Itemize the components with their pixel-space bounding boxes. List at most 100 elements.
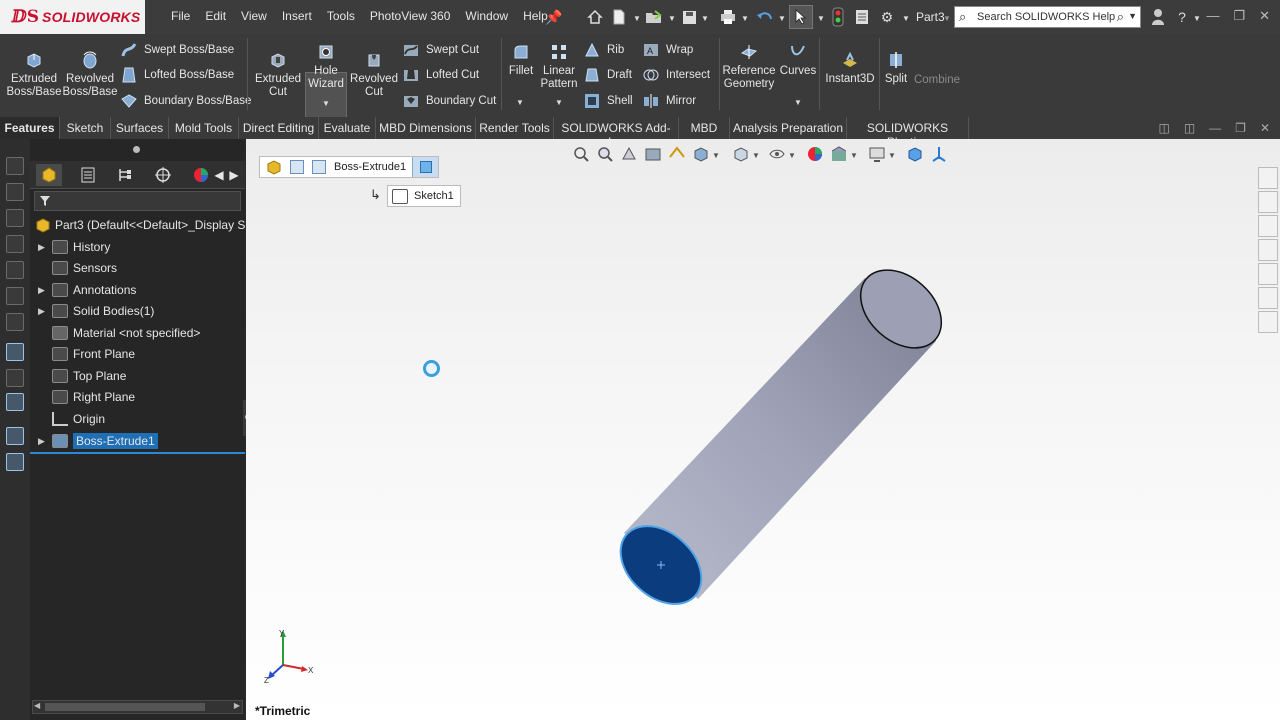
dimxpert-tab-icon[interactable] — [150, 164, 176, 186]
print-icon[interactable] — [718, 7, 738, 27]
options-gear-icon[interactable]: ⚙ — [877, 7, 897, 27]
strip-tool-7-icon[interactable] — [6, 313, 24, 331]
linear-pattern-button[interactable]: Linear Pattern — [538, 42, 580, 91]
tree-item-solid-bodies[interactable]: ▶ Solid Bodies(1) — [30, 301, 245, 321]
menu-window[interactable]: Window — [465, 9, 508, 23]
apply-scene-icon[interactable] — [830, 145, 848, 163]
boundary-cut-button[interactable]: Boundary Cut — [403, 93, 496, 109]
expand-arrow-icon[interactable]: ▶ — [38, 436, 48, 447]
file-properties-icon[interactable] — [853, 7, 871, 27]
select-dropdown-icon[interactable]: ▼ — [817, 14, 825, 23]
tab-features[interactable]: Features — [0, 117, 60, 139]
new-dropdown-icon[interactable]: ▼ — [633, 14, 641, 23]
panel-grip-icon[interactable] — [133, 146, 140, 153]
solidworks-logo[interactable]: ⅅS SOLIDWORKS — [0, 0, 145, 34]
expand-arrow-icon[interactable]: ▶ — [38, 285, 48, 296]
tree-item-history[interactable]: ▶ History — [30, 237, 245, 257]
dynamic-annotation-icon[interactable] — [668, 145, 686, 163]
strip-tool-6-icon[interactable] — [6, 287, 24, 305]
instant3d-button[interactable]: Instant3D — [824, 50, 876, 86]
mirror-button[interactable]: Mirror — [643, 93, 696, 109]
strip-tool-12-icon[interactable] — [6, 453, 24, 471]
menu-edit[interactable]: Edit — [205, 9, 226, 23]
document-dropdown-icon[interactable]: ▼ — [943, 14, 951, 23]
tab-evaluate[interactable]: Evaluate — [319, 117, 376, 139]
minimize-icon[interactable]: — — [1206, 8, 1219, 24]
home-icon[interactable] — [585, 7, 605, 27]
rollback-bar[interactable] — [30, 452, 245, 454]
task-pane-appearances-icon[interactable] — [1258, 263, 1278, 285]
tabs-scroll-left-icon[interactable]: ◀ — [212, 164, 226, 186]
menu-help[interactable]: Help — [523, 9, 548, 23]
curves-dropdown-icon[interactable]: ▼ — [794, 98, 802, 107]
open-icon[interactable] — [644, 7, 664, 27]
undo-icon[interactable] — [755, 7, 775, 27]
tree-item-right-plane[interactable]: Right Plane — [30, 387, 245, 407]
help-search-input[interactable]: ⌕ Search SOLIDWORKS Help ⌕ ▼ — [954, 6, 1141, 28]
extruded-cut-button[interactable]: Extruded Cut — [254, 50, 302, 99]
view-settings-icon[interactable] — [868, 145, 886, 163]
expand-arrow-icon[interactable]: ▶ — [38, 306, 48, 317]
doc-close-icon[interactable]: ✕ — [1260, 121, 1270, 135]
tab-sketch[interactable]: Sketch — [60, 117, 111, 139]
swept-cut-button[interactable]: Swept Cut — [403, 42, 479, 58]
help-dropdown-icon[interactable]: ▼ — [1193, 14, 1201, 23]
task-pane-forum-icon[interactable] — [1258, 311, 1278, 333]
search-dropdown-icon[interactable]: ▼ — [1128, 11, 1137, 21]
undo-dropdown-icon[interactable]: ▼ — [778, 14, 786, 23]
strip-tool-11-icon[interactable] — [6, 427, 24, 445]
feature-breadcrumb-icon[interactable] — [312, 160, 326, 174]
section-view-icon[interactable] — [644, 145, 662, 163]
tab-mbd-dimensions[interactable]: MBD Dimensions — [376, 117, 476, 139]
restore-icon[interactable]: ❐ — [1233, 8, 1245, 24]
hide-show-items-icon[interactable] — [768, 145, 786, 163]
close-icon[interactable]: ✕ — [1259, 8, 1270, 24]
strip-tool-9-icon[interactable] — [6, 369, 24, 387]
intersect-button[interactable]: Intersect — [643, 67, 710, 83]
menu-photoview[interactable]: PhotoView 360 — [370, 9, 451, 23]
options-dropdown-icon[interactable]: ▼ — [902, 14, 910, 23]
configuration-manager-tab-icon[interactable] — [112, 164, 138, 186]
tile-left-icon[interactable]: ◫ — [1158, 121, 1169, 135]
extruded-boss-button[interactable]: Extruded Boss/Base — [6, 50, 62, 99]
previous-view-icon[interactable] — [620, 145, 638, 163]
strip-tool-5-icon[interactable] — [6, 261, 24, 279]
revolved-cut-button[interactable]: Revolved Cut — [350, 50, 398, 99]
strip-tool-1-icon[interactable] — [6, 157, 24, 175]
rebuild-icon[interactable] — [830, 7, 846, 27]
display-pane-icon[interactable] — [906, 145, 924, 163]
select-cursor-icon[interactable] — [789, 5, 813, 29]
edit-appearance-icon[interactable] — [806, 145, 824, 163]
solid-body-breadcrumb-icon[interactable] — [290, 160, 304, 174]
expand-arrow-icon[interactable]: ▶ — [38, 242, 48, 253]
strip-tool-4-icon[interactable] — [6, 235, 24, 253]
display-style-dropdown-icon[interactable]: ▼ — [752, 151, 760, 160]
breadcrumb-face-icon[interactable] — [412, 157, 439, 177]
help-icon[interactable]: ? — [1175, 7, 1189, 27]
reference-geometry-button[interactable]: Reference Geometry — [722, 42, 776, 91]
menu-view[interactable]: View — [241, 9, 267, 23]
task-pane-custom-properties-icon[interactable] — [1258, 287, 1278, 309]
search-go-icon[interactable]: ⌕ — [1117, 9, 1124, 25]
tab-solidworks-plastics[interactable]: SOLIDWORKS Plastics — [847, 117, 969, 149]
draft-button[interactable]: Draft — [584, 67, 632, 83]
view-orientation-dropdown-icon[interactable]: ▼ — [712, 151, 720, 160]
hole-wizard-dropdown-icon[interactable]: ▼ — [322, 99, 330, 108]
wrap-button[interactable]: A Wrap — [643, 42, 693, 58]
tree-item-boss-extrude1[interactable]: ▶ Boss-Extrude1 — [30, 431, 245, 451]
zoom-to-fit-icon[interactable] — [572, 145, 590, 163]
view-settings-dropdown-icon[interactable]: ▼ — [888, 151, 896, 160]
task-pane-file-explorer-icon[interactable] — [1258, 239, 1278, 261]
tab-surfaces[interactable]: Surfaces — [111, 117, 169, 139]
feature-tree-tab-icon[interactable] — [36, 164, 62, 186]
print-dropdown-icon[interactable]: ▼ — [741, 14, 749, 23]
display-manager-tab-icon[interactable] — [188, 164, 214, 186]
tree-item-front-plane[interactable]: Front Plane — [30, 344, 245, 364]
save-icon[interactable] — [680, 7, 698, 27]
tree-item-material[interactable]: Material <not specified> — [30, 323, 245, 343]
hole-wizard-button[interactable]: Hole Wizard — [305, 42, 347, 91]
strip-tool-10-icon[interactable] — [6, 393, 24, 411]
tree-item-origin[interactable]: Origin — [30, 409, 245, 429]
zoom-to-area-icon[interactable] — [596, 145, 614, 163]
strip-tool-8-icon[interactable] — [6, 343, 24, 361]
